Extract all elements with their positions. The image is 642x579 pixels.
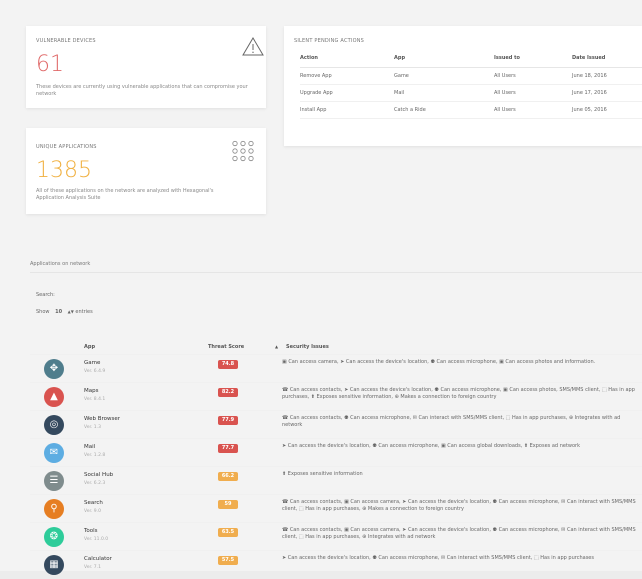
- cell-app: Mail: [394, 89, 405, 96]
- column-header-app[interactable]: App: [84, 344, 95, 350]
- column-header-issued-to[interactable]: Issued to: [494, 50, 572, 67]
- security-issues-text: ☎ Can access contacts, ▣ Can access came…: [282, 527, 636, 540]
- search-bar: Search:: [36, 292, 55, 298]
- globe-icon: ◎: [44, 415, 64, 435]
- search-label: Search:: [36, 292, 55, 298]
- security-issues-text: ➤ Can access the device's location, ⚉ Ca…: [282, 555, 594, 561]
- cell-date: June 05, 2016: [572, 106, 607, 113]
- pending-actions-title: SILENT PENDING ACTIONS: [294, 38, 365, 44]
- navigation-icon: ▲: [44, 387, 64, 407]
- app-name[interactable]: Mail: [84, 444, 95, 450]
- app-version: Ver. 11.0.0: [84, 537, 109, 542]
- pending-actions-header-row: Action App Issued to Date Issued: [300, 50, 642, 67]
- threat-score-badge: 57.5: [218, 556, 238, 565]
- mail-icon: ✉: [44, 443, 64, 463]
- column-header-threat-score[interactable]: Threat Score: [208, 344, 244, 350]
- applications-heading: Applications on network: [30, 261, 91, 267]
- cell-action: Remove App: [300, 72, 332, 79]
- gamepad-icon: ✥: [44, 359, 64, 379]
- apps-grid-icon: [232, 140, 254, 162]
- security-issues-text: ☎ Can access contacts, ⚉ Can access micr…: [282, 415, 621, 428]
- app-name[interactable]: Social Hub: [84, 472, 113, 478]
- vulnerable-devices-card[interactable]: VULNERABLE DEVICES 61 These devices are …: [26, 26, 266, 108]
- pending-actions-table: Action App Issued to Date Issued Remove …: [300, 50, 642, 119]
- table-row[interactable]: Remove App Game All Users June 18, 2016: [300, 67, 642, 84]
- table-row[interactable]: ☰ Social Hub Ver. 6.2.3 66.2 ⬆ Exposes sensi…: [30, 466, 642, 495]
- app-name[interactable]: Calculator: [84, 556, 112, 562]
- app-version: Ver. 1.3: [84, 425, 101, 430]
- table-row[interactable]: Upgrade App Mail All Users June 17, 2016: [300, 84, 642, 101]
- threat-score-badge: 59: [218, 500, 238, 509]
- show-label: Show: [36, 309, 50, 315]
- security-issues-text: ▣ Can access camera, ➤ Can access the de…: [282, 359, 596, 365]
- table-row[interactable]: ◎ Web Browser Ver. 1.3 77.9 ☎ Can access con…: [30, 410, 642, 439]
- table-row[interactable]: ✉ Mail Ver. 1.2.8 77.7 ➤ Can access the devi…: [30, 438, 642, 467]
- security-issues-text: ☎ Can access contacts, ▣ Can access came…: [282, 499, 636, 512]
- unique-applications-count: 1385: [36, 158, 92, 183]
- app-version: Ver. 6.4.9: [84, 369, 106, 374]
- page-length-select[interactable]: 10: [53, 309, 64, 315]
- threat-score-badge: 77.9: [218, 416, 238, 425]
- cell-app: Game: [394, 72, 409, 79]
- dashboard-page: VULNERABLE DEVICES 61 These devices are …: [0, 0, 642, 575]
- security-issues-text: ☎ Can access contacts, ➤ Can access the …: [282, 387, 635, 400]
- cell-action: Upgrade App: [300, 89, 333, 96]
- app-version: Ver. 6.2.3: [84, 481, 106, 486]
- section-divider: [30, 272, 642, 273]
- cell-date: June 18, 2016: [572, 72, 607, 79]
- column-header-app[interactable]: App: [394, 50, 494, 67]
- vulnerable-devices-count: 61: [36, 52, 64, 77]
- app-version: Ver. 7.1: [84, 565, 101, 570]
- vulnerable-devices-description: These devices are currently using vulner…: [36, 84, 248, 97]
- table-row[interactable]: Install App Catch a Ride All Users June …: [300, 101, 642, 118]
- app-version: Ver. 8.4.1: [84, 397, 106, 402]
- threat-score-badge: 74.8: [218, 360, 238, 369]
- unique-applications-title: UNIQUE APPLICATIONS: [36, 144, 97, 150]
- threat-score-badge: 77.7: [218, 444, 238, 453]
- gear-icon: ❂: [44, 527, 64, 547]
- layers-icon: ☰: [44, 471, 64, 491]
- table-row[interactable]: ❂ Tools Ver. 11.0.0 63.5 ☎ Can access contac…: [30, 522, 642, 551]
- column-header-security-issues[interactable]: Security Issues: [286, 344, 329, 350]
- sort-icon[interactable]: ▲: [275, 344, 278, 349]
- unique-applications-card[interactable]: UNIQUE APPLICATIONS 1385 All of these ap…: [26, 128, 266, 214]
- cell-issued-to: All Users: [494, 106, 516, 113]
- cell-action: Install App: [300, 106, 327, 113]
- cell-issued-to: All Users: [494, 89, 516, 96]
- vulnerable-devices-title: VULNERABLE DEVICES: [36, 38, 96, 44]
- app-version: Ver. 9.0: [84, 509, 101, 514]
- app-name[interactable]: Maps: [84, 388, 98, 394]
- column-header-date-issued[interactable]: Date Issued: [572, 50, 642, 67]
- table-row[interactable]: ⚲ Search Ver. 9.0 59 ☎ Can access contacts, …: [30, 494, 642, 523]
- table-row[interactable]: ▲ Maps Ver. 8.4.1 82.2 ☎ Can access contacts…: [30, 382, 642, 411]
- entries-label: entries: [75, 309, 93, 315]
- app-name[interactable]: Tools: [84, 528, 98, 534]
- column-header-action[interactable]: Action: [300, 50, 394, 67]
- cell-issued-to: All Users: [494, 72, 516, 79]
- threat-score-badge: 82.2: [218, 388, 238, 397]
- calculator-icon: ▦: [44, 555, 64, 575]
- app-name[interactable]: Search: [84, 500, 103, 506]
- table-row[interactable]: ▦ Calculator Ver. 7.1 57.5 ➤ Can access the …: [30, 550, 642, 579]
- cell-date: June 17, 2016: [572, 89, 607, 96]
- app-version: Ver. 1.2.8: [84, 453, 106, 458]
- warning-triangle-icon: [242, 37, 264, 56]
- app-name[interactable]: Web Browser: [84, 416, 120, 422]
- unique-applications-description: All of these applications on the network…: [36, 188, 214, 201]
- table-row[interactable]: ✥ Game Ver. 6.4.9 74.8 ▣ Can access camera, …: [30, 354, 642, 383]
- security-issues-text: ⬆ Exposes sensitive information: [282, 471, 363, 477]
- app-name[interactable]: Game: [84, 360, 100, 366]
- search-icon: ⚲: [44, 499, 64, 519]
- page-length-control: Show 10 ▲▼ entries: [36, 309, 93, 315]
- pending-actions-card: SILENT PENDING ACTIONS Action App Issued…: [284, 26, 642, 146]
- chevron-down-icon: ▲▼: [67, 309, 74, 314]
- threat-score-badge: 63.5: [218, 528, 238, 537]
- threat-score-badge: 66.2: [218, 472, 238, 481]
- security-issues-text: ➤ Can access the device's location, ⚉ Ca…: [282, 443, 580, 449]
- cell-app: Catch a Ride: [394, 106, 426, 113]
